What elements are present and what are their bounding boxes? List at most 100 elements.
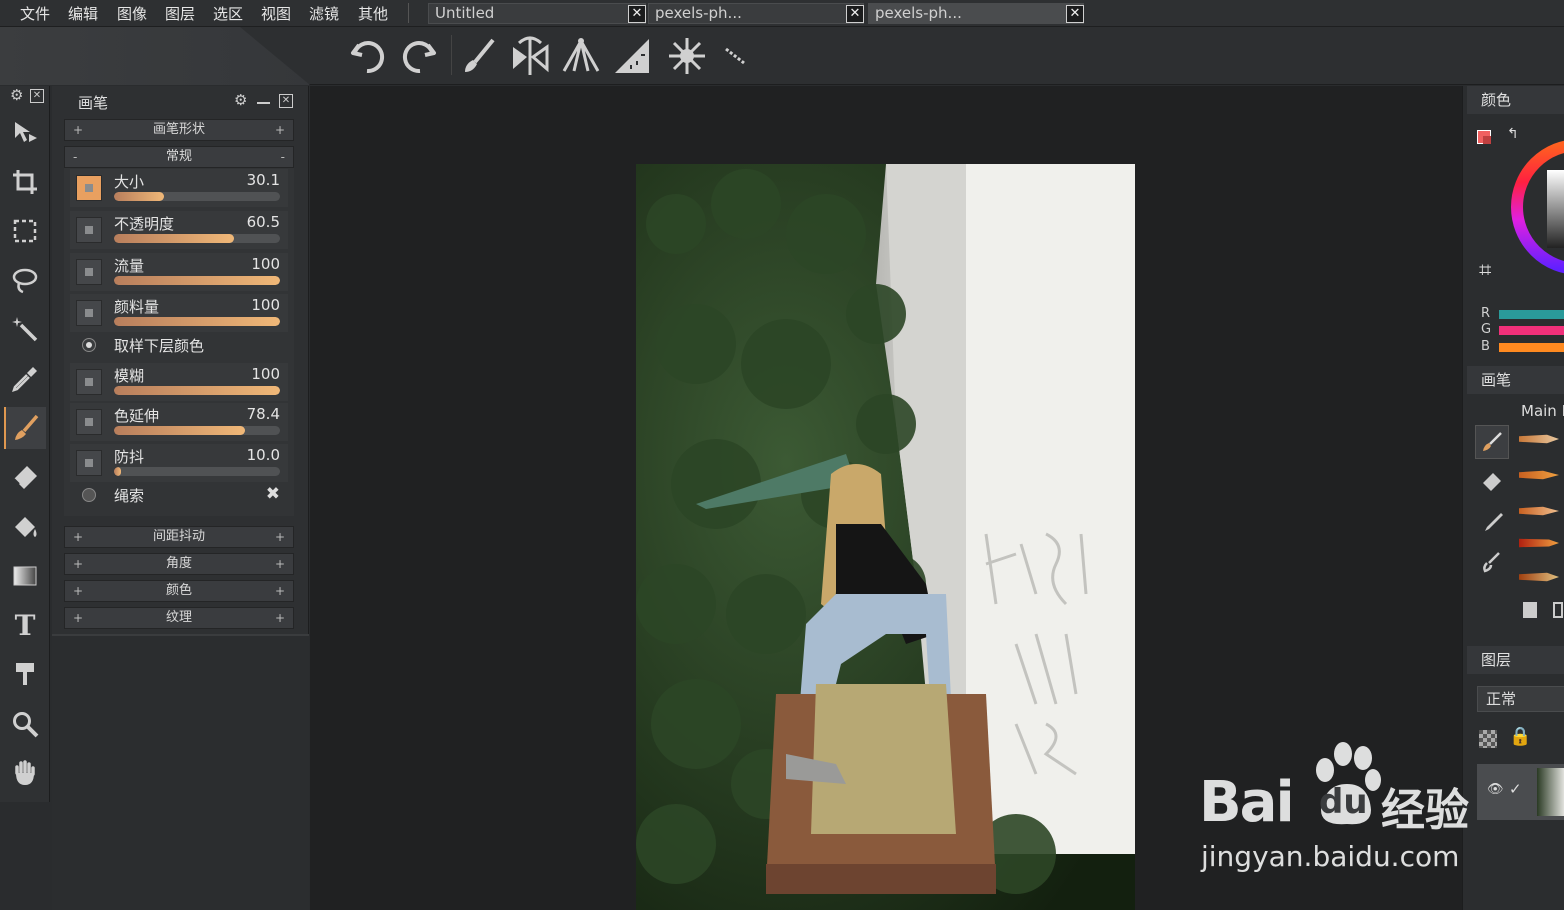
pressure-toggle[interactable]	[76, 300, 102, 326]
brush-icon[interactable]	[456, 33, 502, 79]
param-slider[interactable]	[114, 192, 280, 201]
pressure-toggle[interactable]	[76, 450, 102, 476]
param-slider[interactable]	[114, 386, 280, 395]
param-paint-amount[interactable]: 颜料量 100	[70, 294, 288, 332]
delete-brush-icon[interactable]	[1553, 602, 1563, 618]
close-icon[interactable]: ✕	[1066, 5, 1084, 23]
menu-filter[interactable]: 滤镜	[309, 3, 339, 24]
pressure-toggle[interactable]	[76, 175, 102, 201]
panel-empty-area	[52, 634, 309, 910]
brush-preset-1[interactable]	[1519, 434, 1559, 444]
b-slider[interactable]	[1499, 343, 1564, 352]
sample-below-option[interactable]: 取样下层颜色	[70, 331, 288, 361]
pressure-toggle[interactable]	[76, 259, 102, 285]
radio-button[interactable]	[82, 488, 96, 502]
section-spacing-jitter[interactable]: + 间距抖动 +	[64, 526, 294, 548]
brush-preset-4[interactable]	[1519, 538, 1559, 548]
param-color-stretch[interactable]: 色延伸 78.4	[70, 403, 288, 441]
lock-icon[interactable]: 🔒	[1509, 726, 1531, 747]
ruler-icon[interactable]	[609, 33, 655, 79]
tab-pexels-2[interactable]: pexels-ph... ✕	[868, 3, 1084, 24]
smudge-icon[interactable]	[4, 653, 46, 695]
gradient-icon[interactable]	[4, 555, 46, 597]
param-slider[interactable]	[114, 276, 280, 285]
param-slider[interactable]	[114, 426, 280, 435]
brush-preset-5[interactable]	[1519, 572, 1559, 582]
eyedropper-icon[interactable]	[4, 358, 46, 400]
menu-view[interactable]: 视图	[261, 3, 291, 24]
brush-set-name[interactable]: Main E	[1521, 402, 1564, 420]
crop-icon[interactable]	[4, 161, 46, 203]
tab-untitled[interactable]: Untitled ✕	[428, 3, 646, 24]
minimize-icon[interactable]	[257, 102, 270, 104]
menu-image[interactable]: 图像	[117, 3, 147, 24]
brush-category-smudge[interactable]	[1475, 545, 1509, 579]
radio-button[interactable]	[82, 338, 96, 352]
g-slider[interactable]	[1499, 326, 1564, 335]
brush-category-paint[interactable]	[1475, 425, 1509, 459]
rope-option[interactable]: 绳索 ✖	[70, 481, 288, 511]
bucket-icon[interactable]	[4, 506, 46, 548]
section-color[interactable]: + 颜色 +	[64, 580, 294, 602]
menu-edit[interactable]: 编辑	[68, 3, 98, 24]
brush-category-pen[interactable]	[1475, 505, 1509, 539]
tab-pexels-1[interactable]: pexels-ph... ✕	[648, 3, 864, 24]
param-blur[interactable]: 模糊 100	[70, 363, 288, 401]
hand-icon[interactable]	[4, 752, 46, 794]
gear-icon[interactable]: ⚙	[234, 91, 247, 109]
menu-layer[interactable]: 图层	[165, 3, 195, 24]
section-angle[interactable]: + 角度 +	[64, 553, 294, 575]
close-icon[interactable]: ✕	[30, 89, 44, 103]
param-stabilizer[interactable]: 防抖 10.0	[70, 444, 288, 482]
blend-mode-select[interactable]: 正常	[1477, 686, 1564, 712]
watermark-url: jingyan.baidu.com	[1201, 840, 1460, 873]
menu-file[interactable]: 文件	[20, 3, 50, 24]
section-general[interactable]: - 常规 -	[64, 146, 294, 168]
brush-tool-icon[interactable]	[4, 407, 46, 449]
b-label: B	[1481, 339, 1490, 354]
r-slider[interactable]	[1499, 310, 1564, 319]
close-icon[interactable]: ✕	[279, 94, 293, 108]
crop-wheel-icon[interactable]: ⌗	[1479, 258, 1491, 283]
param-slider[interactable]	[114, 467, 280, 476]
param-slider[interactable]	[114, 234, 280, 243]
close-icon[interactable]: ✕	[846, 5, 864, 23]
redo-icon[interactable]	[396, 33, 442, 79]
menu-other[interactable]: 其他	[358, 3, 388, 24]
move-icon[interactable]	[4, 111, 46, 153]
brush-preset-3[interactable]	[1519, 506, 1559, 516]
color-wheel[interactable]	[1509, 132, 1564, 282]
undo-icon[interactable]	[345, 33, 391, 79]
menu-select[interactable]: 选区	[213, 3, 243, 24]
canvas-photo[interactable]	[636, 164, 1135, 910]
close-icon[interactable]: ✕	[628, 5, 646, 23]
rect-select-icon[interactable]	[4, 210, 46, 252]
pressure-toggle[interactable]	[76, 369, 102, 395]
brush-category-eraser[interactable]	[1475, 465, 1509, 499]
param-size[interactable]: 大小 30.1	[70, 169, 288, 207]
zoom-icon[interactable]	[4, 703, 46, 745]
expand-icon-right: +	[274, 584, 285, 598]
lasso-icon[interactable]	[4, 259, 46, 301]
tab-label: Untitled	[435, 4, 495, 22]
perspective-icon[interactable]	[558, 33, 604, 79]
text-icon[interactable]: T	[4, 604, 46, 646]
pressure-toggle[interactable]	[76, 409, 102, 435]
new-brush-icon[interactable]	[1523, 602, 1537, 618]
eraser-icon[interactable]	[4, 456, 46, 498]
line-icon[interactable]	[712, 33, 758, 79]
section-texture[interactable]: + 纹理 +	[64, 607, 294, 629]
gear-icon[interactable]: ⚙	[10, 86, 23, 104]
kaleidoscope-icon[interactable]	[664, 33, 710, 79]
secondary-color-swatch[interactable]	[1483, 136, 1491, 144]
check-icon[interactable]: ✓	[1509, 780, 1522, 798]
brush-preset-2[interactable]	[1519, 470, 1559, 480]
param-opacity[interactable]: 不透明度 60.5	[70, 211, 288, 249]
param-flow[interactable]: 流量 100	[70, 253, 288, 291]
section-brush-shape[interactable]: + 画笔形状 +	[64, 119, 294, 141]
symmetry-icon[interactable]	[507, 33, 553, 79]
magic-wand-icon[interactable]	[4, 308, 46, 350]
param-slider[interactable]	[114, 317, 280, 326]
wrench-icon[interactable]: ✖	[266, 484, 280, 504]
pressure-toggle[interactable]	[76, 217, 102, 243]
